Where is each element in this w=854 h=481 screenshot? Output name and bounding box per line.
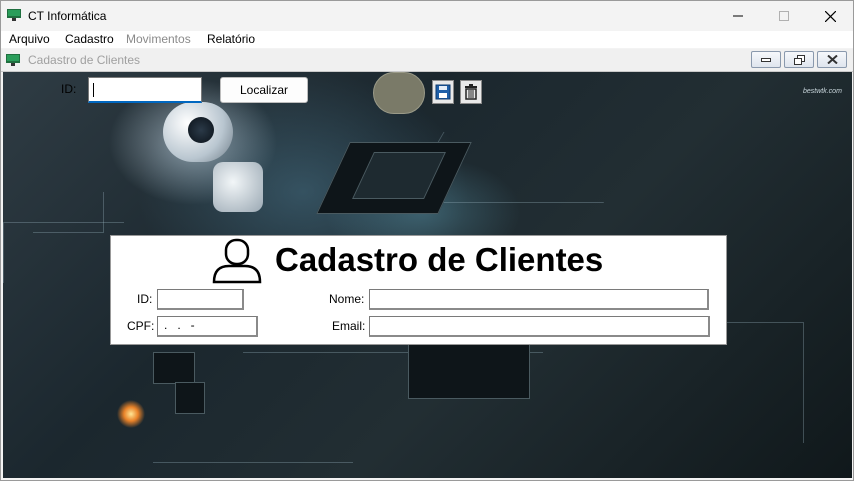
email-field[interactable] (369, 316, 710, 337)
email-label: Email: (332, 319, 366, 333)
child-restore-button[interactable] (784, 51, 814, 68)
child-window-client-area: bestwtk.com ID: Localizar Cadastro de Cl… (3, 72, 852, 478)
child-close-button[interactable] (817, 51, 847, 68)
user-icon (212, 238, 262, 284)
nome-field[interactable] (369, 289, 709, 310)
watermark-text: bestwtk.com (803, 88, 842, 95)
floppy-disk-icon (435, 84, 451, 100)
menu-relatorio[interactable]: Relatório (207, 32, 255, 46)
close-icon (826, 55, 838, 64)
minimize-button[interactable] (715, 1, 761, 31)
cpf-label: CPF: (127, 319, 155, 333)
text-caret (93, 83, 94, 97)
child-window-caption: Cadastro de Clientes (1, 49, 853, 72)
child-minimize-button[interactable] (751, 51, 781, 68)
form-heading: Cadastro de Clientes (275, 241, 604, 278)
search-id-input[interactable] (88, 77, 202, 103)
window-title: CT Informática (28, 9, 107, 23)
menu-arquivo[interactable]: Arquivo (9, 32, 50, 46)
id-label: ID: (137, 292, 153, 306)
title-bar: CT Informática (1, 1, 853, 31)
client-form-panel: Cadastro de Clientes ID: Nome: CPF: . . … (110, 235, 727, 345)
child-window-title: Cadastro de Clientes (28, 53, 141, 67)
cpf-mask: . . - (164, 318, 195, 332)
monitor-icon (6, 54, 20, 66)
maximize-icon (779, 11, 789, 21)
close-button[interactable] (807, 1, 853, 31)
monitor-icon (7, 9, 21, 21)
restore-icon (793, 54, 805, 65)
save-button[interactable] (432, 80, 454, 104)
close-icon (824, 10, 836, 22)
nome-label: Nome: (329, 292, 365, 306)
menu-movimentos: Movimentos (126, 32, 191, 46)
id-field[interactable] (157, 289, 244, 310)
trash-icon (465, 84, 477, 100)
delete-button[interactable] (460, 80, 482, 104)
localizar-button[interactable]: Localizar (220, 77, 308, 103)
minimize-icon (733, 15, 743, 17)
search-id-label: ID: (61, 82, 77, 96)
cpf-field[interactable]: . . - (157, 316, 258, 337)
maximize-button[interactable] (761, 1, 807, 31)
minimize-icon (761, 57, 771, 62)
menu-bar: Arquivo Cadastro Movimentos Relatório (1, 31, 853, 48)
application-window: CT Informática Arquivo Cadastro Moviment… (0, 0, 854, 481)
menu-cadastro[interactable]: Cadastro (65, 32, 114, 46)
